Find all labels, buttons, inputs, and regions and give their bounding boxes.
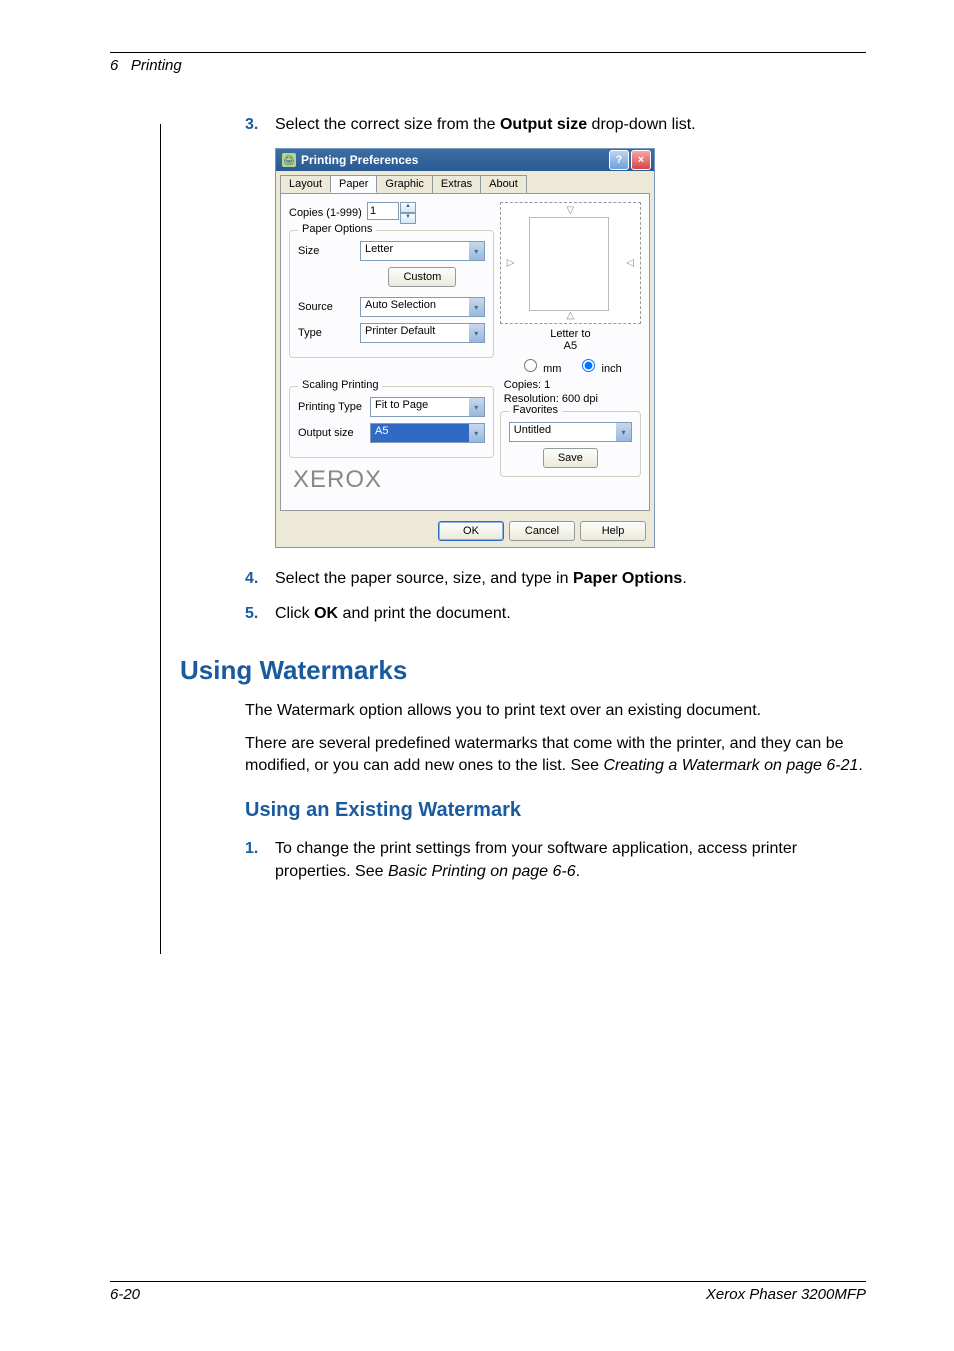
step-number: 3.	[245, 114, 275, 136]
source-dropdown[interactable]: Auto Selection ▾	[360, 297, 485, 317]
printing-preferences-dialog: 🖨 Printing Preferences ? × Layout Paper …	[275, 148, 655, 548]
copies-label: Copies (1-999)	[289, 207, 367, 219]
tab-about[interactable]: About	[480, 175, 527, 193]
watermark-intro: The Watermark option allows you to print…	[245, 700, 866, 722]
page-number: 6-20	[110, 1286, 140, 1303]
help-button[interactable]: Help	[580, 521, 646, 541]
printing-type-dropdown[interactable]: Fit to Page ▾	[370, 397, 485, 417]
preview-area: ▽ △ ▷ ◁	[500, 202, 641, 324]
spinner-up[interactable]: ▲	[400, 202, 416, 213]
chevron-down-icon: ▾	[469, 324, 484, 342]
copies-input[interactable]	[367, 202, 399, 220]
titlebar-help-button[interactable]: ?	[609, 150, 629, 170]
printer-icon: 🖨	[282, 153, 296, 167]
scaling-group: Scaling Printing Printing Type Fit to Pa…	[289, 386, 494, 458]
step-5: 5. Click OK and print the document.	[245, 603, 866, 625]
heading-existing-watermark: Using an Existing Watermark	[245, 799, 866, 822]
chevron-down-icon: ▾	[469, 242, 484, 260]
output-size-label: Output size	[298, 427, 370, 439]
spinner-down[interactable]: ▼	[400, 213, 416, 224]
titlebar-close-button[interactable]: ×	[631, 150, 651, 170]
custom-button[interactable]: Custom	[388, 267, 456, 287]
save-favorite-button[interactable]: Save	[543, 448, 598, 468]
copies-info: Copies: 1	[504, 379, 641, 391]
dialog-tabs: Layout Paper Graphic Extras About	[276, 171, 654, 193]
size-label: Size	[298, 245, 360, 257]
type-label: Type	[298, 327, 360, 339]
scaling-legend: Scaling Printing	[298, 379, 382, 391]
copies-spinner[interactable]: ▲ ▼	[367, 202, 416, 224]
favorites-legend: Favorites	[509, 404, 562, 416]
favorites-group: Favorites Untitled ▾ Save	[500, 411, 641, 477]
heading-using-watermarks: Using Watermarks	[180, 655, 866, 686]
printing-type-label: Printing Type	[298, 401, 370, 413]
tab-paper[interactable]: Paper	[330, 175, 377, 193]
dialog-title: Printing Preferences	[301, 153, 418, 167]
margin-rule	[160, 124, 161, 954]
paper-options-legend: Paper Options	[298, 223, 376, 235]
step-number: 4.	[245, 568, 275, 590]
tab-graphic[interactable]: Graphic	[376, 175, 433, 193]
favorites-dropdown[interactable]: Untitled ▾	[509, 422, 632, 442]
dialog-titlebar: 🖨 Printing Preferences ? ×	[276, 149, 654, 171]
chevron-down-icon: ▾	[469, 298, 484, 316]
watermark-note: There are several predefined watermarks …	[245, 733, 866, 778]
chevron-down-icon: ▾	[616, 423, 631, 441]
source-label: Source	[298, 301, 360, 313]
step-4: 4. Select the paper source, size, and ty…	[245, 568, 866, 590]
chevron-down-icon: ▾	[469, 424, 484, 442]
preview-page-icon	[529, 217, 609, 311]
step-1-watermark: 1. To change the print settings from you…	[245, 838, 866, 883]
type-dropdown[interactable]: Printer Default ▾	[360, 323, 485, 343]
step-3: 3. Select the correct size from the Outp…	[245, 114, 866, 136]
cancel-button[interactable]: Cancel	[509, 521, 575, 541]
unit-mm-radio[interactable]: mm	[519, 356, 561, 375]
preview-caption: Letter toA5	[500, 328, 641, 352]
paper-options-group: Paper Options Size Letter ▾ Custom	[289, 230, 494, 358]
tab-extras[interactable]: Extras	[432, 175, 481, 193]
size-dropdown[interactable]: Letter ▾	[360, 241, 485, 261]
step-number: 5.	[245, 603, 275, 625]
unit-inch-radio[interactable]: inch	[577, 356, 621, 375]
page-header: 6 Printing	[110, 57, 866, 74]
step-number: 1.	[245, 838, 275, 883]
product-name: Xerox Phaser 3200MFP	[706, 1286, 866, 1303]
tab-layout[interactable]: Layout	[280, 175, 331, 193]
output-size-dropdown[interactable]: A5 ▾	[370, 423, 485, 443]
chevron-down-icon: ▾	[469, 398, 484, 416]
brand-logo: XEROX	[293, 466, 494, 494]
ok-button[interactable]: OK	[438, 521, 504, 541]
